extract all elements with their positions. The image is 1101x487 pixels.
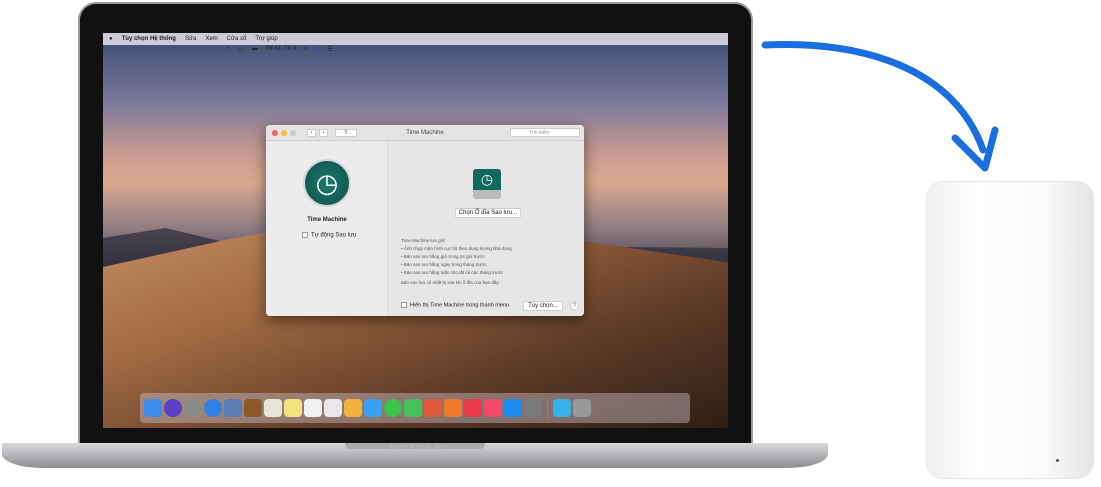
spotlight-icon[interactable]: ⌕ (304, 46, 307, 53)
dock-app-icon[interactable] (524, 399, 542, 417)
search-input[interactable]: Tìm kiếm (510, 128, 580, 137)
dock-app-icon[interactable] (244, 399, 262, 417)
status-led (1056, 459, 1059, 462)
info-item: • Bản sao lưu hằng tuần cho tất cả các t… (401, 270, 504, 275)
dock-app-icon[interactable] (324, 399, 342, 417)
laptop-label: MacBook Air (389, 443, 447, 454)
dock-app-icon[interactable] (184, 399, 202, 417)
info-title: Time Machine lưu giữ: (401, 238, 446, 243)
menu-edit[interactable]: Sửa (185, 36, 196, 42)
arrow-icon (761, 40, 999, 172)
dock-app-icon[interactable] (404, 399, 422, 417)
dock-app-icon[interactable] (364, 399, 382, 417)
select-disk-button[interactable]: Chọn Ổ đĩa Sao lưu... (455, 208, 521, 218)
dock-app-icon[interactable] (204, 399, 222, 417)
close-button[interactable] (272, 129, 278, 136)
dock-app-icon[interactable] (424, 399, 442, 417)
laptop-screen: ● Tùy chọn Hệ thống Sửa Xem Cửa sổ Trợ g… (103, 33, 728, 428)
dock (140, 393, 690, 423)
apple-menu-icon[interactable]: ● (109, 36, 113, 42)
airport-time-capsule (927, 182, 1093, 478)
info-text: Time Machine lưu giữ: • Ảnh chụp màn hìn… (401, 237, 512, 287)
time-machine-icon: ◷ (303, 159, 351, 207)
dock-app-icon[interactable] (444, 399, 462, 417)
forward-button[interactable]: › (319, 128, 328, 137)
help-button[interactable]: ? (570, 301, 579, 310)
dock-app-icon[interactable] (464, 399, 482, 417)
menu-view[interactable]: Xem (205, 36, 217, 42)
dock-app-icon[interactable] (264, 399, 282, 417)
siri-icon[interactable]: ● (316, 46, 320, 52)
menu-bar: ● Tùy chọn Hệ thống Sửa Xem Cửa sổ Trợ g… (103, 33, 728, 53)
menu-help[interactable]: Trợ giúp (255, 36, 277, 42)
dock-app-icon[interactable] (344, 399, 362, 417)
auto-backup-checkbox[interactable]: Tự động Sao lưu (302, 232, 356, 239)
title-bar: ‹ › ⠿ Time Machine Tìm kiếm (266, 125, 584, 141)
wifi-icon[interactable]: ◠ (225, 46, 230, 53)
back-button[interactable]: ‹ (307, 128, 316, 137)
info-item: • Bản sao lưu hằng ngày trong tháng trướ… (401, 262, 487, 267)
info-item: • Ảnh chụp màn hình cục bộ theo dung lượ… (401, 246, 512, 251)
auto-backup-label: Tự động Sao lưu (311, 232, 357, 239)
backup-disk-icon: ◷ (473, 169, 501, 199)
show-all-button[interactable]: ⠿ (335, 128, 357, 137)
left-pane: ◷ Time Machine Tự động Sao lưu (266, 141, 388, 316)
airplay-icon[interactable]: ▭ (238, 46, 244, 53)
dock-app-icon[interactable] (384, 399, 402, 417)
notification-center-icon[interactable]: ☰ (327, 46, 332, 53)
pane-name: Time Machine (307, 217, 347, 223)
dock-app-icon[interactable] (284, 399, 302, 417)
info-item: • Bản sao lưu hằng giờ trong 24 giờ trướ… (401, 254, 485, 259)
options-button[interactable]: Tùy chọn... (523, 301, 563, 311)
dock-app-icon[interactable] (144, 399, 162, 417)
show-in-menu-checkbox[interactable]: Hiển thị Time Machine trong thanh menu (401, 302, 509, 308)
dock-app-icon[interactable] (224, 399, 242, 417)
clock[interactable]: 09:41, Th 4 (266, 46, 296, 52)
dock-app-icon[interactable] (553, 399, 571, 417)
zoom-button[interactable] (290, 129, 296, 136)
battery-icon[interactable]: ▬ (252, 46, 258, 52)
dock-separator (547, 398, 548, 418)
minimize-button[interactable] (281, 129, 287, 136)
show-in-menu-label: Hiển thị Time Machine trong thanh menu (410, 302, 510, 309)
dock-app-icon[interactable] (304, 399, 322, 417)
dock-app-icon[interactable] (484, 399, 502, 417)
menu-window[interactable]: Cửa sổ (227, 36, 247, 42)
dock-app-icon[interactable] (504, 399, 522, 417)
menu-app[interactable]: Tùy chọn Hệ thống (122, 36, 176, 42)
dock-app-icon[interactable] (164, 399, 182, 417)
dock-app-icon[interactable] (573, 399, 591, 417)
right-pane: ◷ Chọn Ổ đĩa Sao lưu... Time Machine lưu… (388, 141, 584, 316)
time-machine-window: ‹ › ⠿ Time Machine Tìm kiếm ◷ Time Machi… (266, 125, 584, 316)
info-note: Bản sao lưu cũ nhất bị xóa khi ổ đĩa của… (401, 280, 500, 285)
